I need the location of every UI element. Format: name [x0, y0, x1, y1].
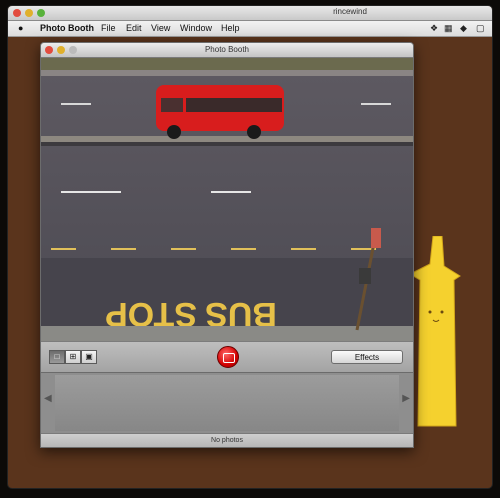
photo-tray: ◀ ▶	[41, 372, 413, 433]
view-mode-group: □ ⊞ ▣	[49, 350, 97, 364]
camera-preview: STOP BUS	[41, 58, 413, 341]
close-button[interactable]	[13, 9, 21, 17]
apple-menu-icon[interactable]: ●	[18, 23, 23, 33]
photo-strip	[55, 375, 399, 431]
menu-help[interactable]: Help	[221, 23, 240, 33]
single-view-button[interactable]: □	[49, 350, 65, 364]
menu-view[interactable]: View	[151, 23, 170, 33]
take-photo-button[interactable]	[217, 346, 239, 368]
outer-titlebar: rincewind	[8, 6, 492, 21]
calendar-icon[interactable]: ▦	[444, 23, 453, 34]
mascot-figure	[408, 236, 461, 427]
camera-icon	[223, 353, 235, 363]
scroll-right-icon[interactable]: ▶	[402, 393, 410, 404]
window-zoom-button[interactable]	[69, 46, 77, 54]
controls-bar: □ ⊞ ▣ Effects	[41, 341, 413, 372]
user-label: rincewind	[333, 7, 367, 16]
menu-app-name[interactable]: Photo Booth	[40, 23, 94, 33]
menu-file[interactable]: File	[101, 23, 116, 33]
minimize-button[interactable]	[25, 9, 33, 17]
four-up-view-button[interactable]: ⊞	[65, 350, 81, 364]
menu-bar: ● Photo Booth File Edit View Window Help…	[8, 21, 492, 37]
desktop-window: rincewind ● Photo Booth File Edit View W…	[8, 6, 492, 488]
dropbox-icon[interactable]: ❖	[430, 23, 438, 34]
scroll-left-icon[interactable]: ◀	[44, 393, 52, 404]
filmstrip-view-button[interactable]: ▣	[81, 350, 97, 364]
window-minimize-button[interactable]	[57, 46, 65, 54]
zoom-button[interactable]	[37, 9, 45, 17]
status-bar: No photos	[41, 433, 413, 447]
window-icon[interactable]: ▢	[476, 23, 485, 34]
window-titlebar: Photo Booth	[41, 43, 413, 58]
red-van	[156, 85, 284, 139]
photo-booth-window: Photo Booth STOP BUS □ ⊞ ▣ Effects ◀ ▶ N…	[40, 42, 414, 448]
effects-button[interactable]: Effects	[331, 350, 403, 364]
window-title: Photo Booth	[204, 45, 250, 54]
menu-edit[interactable]: Edit	[126, 23, 142, 33]
window-close-button[interactable]	[45, 46, 53, 54]
evernote-icon[interactable]: ◆	[460, 23, 467, 34]
menu-window[interactable]: Window	[180, 23, 212, 33]
